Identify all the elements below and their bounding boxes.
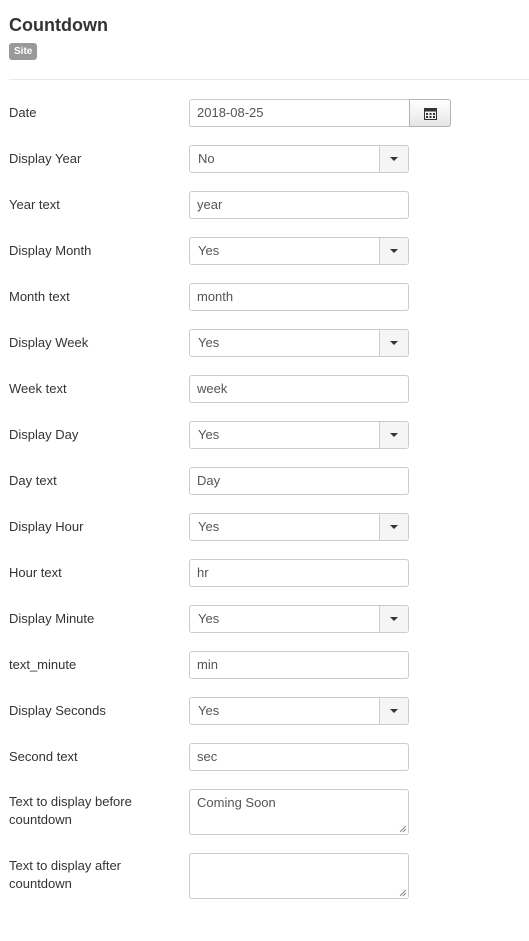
day-text-label: Day text: [9, 473, 57, 488]
header-divider: [9, 79, 529, 80]
text-before-label-line2: countdown: [9, 812, 72, 827]
text-before-textarea[interactable]: Coming Soon: [189, 789, 409, 835]
display-hour-select[interactable]: Yes: [189, 513, 409, 541]
resize-handle-icon[interactable]: [399, 825, 407, 833]
display-seconds-select[interactable]: Yes: [189, 697, 409, 725]
second-text-input[interactable]: sec: [189, 743, 409, 771]
display-hour-value: Yes: [198, 519, 220, 534]
display-year-select[interactable]: No: [189, 145, 409, 173]
display-week-dropdown-toggle[interactable]: [379, 330, 408, 356]
display-month-value: Yes: [198, 243, 220, 258]
date-label: Date: [9, 105, 37, 120]
display-seconds-dropdown-toggle[interactable]: [379, 698, 408, 724]
text-after-label-line2: countdown: [9, 876, 72, 891]
display-month-dropdown-toggle[interactable]: [379, 238, 408, 264]
display-minute-value: Yes: [198, 611, 220, 626]
display-hour-label: Display Hour: [9, 519, 84, 534]
display-minute-dropdown-toggle[interactable]: [379, 606, 408, 632]
text-after-label: Text to display after countdown: [9, 857, 169, 893]
chevron-down-icon: [390, 249, 398, 253]
text-before-label-line1: Text to display before: [9, 794, 132, 809]
display-week-value: Yes: [198, 335, 220, 350]
text-minute-label: text_minute: [9, 657, 77, 672]
site-badge: Site: [9, 43, 38, 60]
chevron-down-icon: [390, 525, 398, 529]
second-text-label: Second text: [9, 749, 78, 764]
display-day-value: Yes: [198, 427, 220, 442]
text-before-value: Coming Soon: [197, 795, 276, 810]
week-text-label: Week text: [9, 381, 67, 396]
text-after-label-line1: Text to display after: [9, 858, 121, 873]
hour-text-label: Hour text: [9, 565, 62, 580]
display-year-label: Display Year: [9, 151, 82, 166]
chevron-down-icon: [390, 709, 398, 713]
display-minute-label: Display Minute: [9, 611, 95, 626]
text-after-textarea[interactable]: [189, 853, 409, 899]
display-month-select[interactable]: Yes: [189, 237, 409, 265]
month-text-input[interactable]: month: [189, 283, 409, 311]
display-month-label: Display Month: [9, 243, 92, 258]
display-seconds-label: Display Seconds: [9, 703, 106, 718]
display-week-select[interactable]: Yes: [189, 329, 409, 357]
year-text-input[interactable]: year: [189, 191, 409, 219]
text-before-label: Text to display before countdown: [9, 793, 169, 829]
week-text-input[interactable]: week: [189, 375, 409, 403]
month-text-label: Month text: [9, 289, 70, 304]
display-day-label: Display Day: [9, 427, 79, 442]
chevron-down-icon: [390, 157, 398, 161]
display-minute-select[interactable]: Yes: [189, 605, 409, 633]
chevron-down-icon: [390, 341, 398, 345]
year-text-label: Year text: [9, 197, 60, 212]
display-hour-dropdown-toggle[interactable]: [379, 514, 408, 540]
display-day-dropdown-toggle[interactable]: [379, 422, 408, 448]
date-field[interactable]: 2018-08-25: [189, 99, 409, 127]
display-week-label: Display Week: [9, 335, 89, 350]
display-seconds-value: Yes: [198, 703, 220, 718]
display-year-dropdown-toggle[interactable]: [379, 146, 408, 172]
display-day-select[interactable]: Yes: [189, 421, 409, 449]
chevron-down-icon: [390, 433, 398, 437]
countdown-settings-page: Countdown Site Date 2018-08-25 Display Y…: [0, 0, 529, 941]
hour-text-input[interactable]: hr: [189, 559, 409, 587]
display-year-value: No: [198, 151, 215, 166]
chevron-down-icon: [390, 617, 398, 621]
resize-handle-icon[interactable]: [399, 889, 407, 897]
text-minute-input[interactable]: min: [189, 651, 409, 679]
day-text-input[interactable]: Day: [189, 467, 409, 495]
calendar-button[interactable]: [409, 99, 451, 127]
calendar-icon: [424, 108, 437, 120]
page-title: Countdown: [9, 15, 108, 35]
